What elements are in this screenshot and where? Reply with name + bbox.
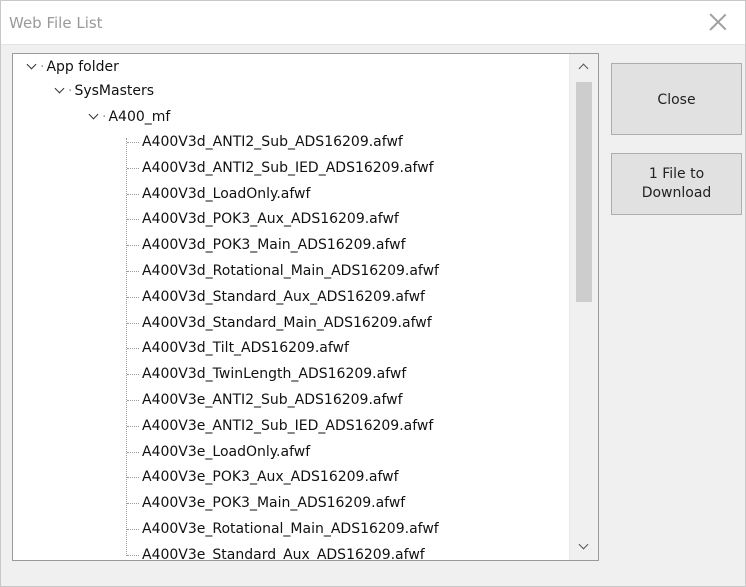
tree-file-item[interactable]: A400V3d_POK3_Aux_ADS16209.afwf: [142, 207, 399, 231]
tree-file-item[interactable]: A400V3e_Rotational_Main_ADS16209.afwf: [142, 517, 439, 541]
tree-file-item[interactable]: A400V3e_ANTI2_Sub_ADS16209.afwf: [142, 388, 403, 412]
tree-file-item[interactable]: A400V3d_Standard_Aux_ADS16209.afwf: [142, 285, 425, 309]
tree-file-item[interactable]: A400V3e_POK3_Main_ADS16209.afwf: [142, 491, 405, 515]
chevron-down-icon[interactable]: [27, 61, 39, 73]
download-button-line2: Download: [641, 185, 712, 201]
file-tree[interactable]: · App folder · SysMasters · A400_mf A400V3d…: [13, 54, 568, 560]
window-title: Web File List: [9, 14, 103, 32]
tree-connector-tick: [127, 400, 139, 401]
tree-connector-tick: [127, 426, 139, 427]
tree-file-item[interactable]: A400V3e_ANTI2_Sub_IED_ADS16209.afwf: [142, 414, 433, 438]
tree-file-item[interactable]: A400V3d_ANTI2_Sub_IED_ADS16209.afwf: [142, 156, 434, 180]
tree-connector-tick: [127, 168, 139, 169]
tree-connector-tick: [127, 477, 139, 478]
tree-node-a400-mf[interactable]: · A400_mf: [89, 105, 170, 129]
tree-connector-line: [126, 138, 127, 556]
tree-file-item[interactable]: A400V3e_Standard_Aux_ADS16209.afwf: [142, 543, 425, 560]
tree-file-item[interactable]: A400V3d_LoadOnly.afwf: [142, 182, 310, 206]
tree-file-item[interactable]: A400V3d_Rotational_Main_ADS16209.afwf: [142, 259, 439, 283]
title-bar: Web File List: [1, 1, 745, 45]
tree-connector-tick: [127, 245, 139, 246]
tree-file-item[interactable]: A400V3d_POK3_Main_ADS16209.afwf: [142, 233, 406, 257]
tree-node-label: App folder: [46, 59, 119, 75]
tree-file-item[interactable]: A400V3e_POK3_Aux_ADS16209.afwf: [142, 465, 399, 489]
tree-connector-tick: [127, 219, 139, 220]
scrollbar-thumb[interactable]: [576, 82, 592, 302]
tree-connector-tick: [127, 503, 139, 504]
tree-connector-tick: [127, 374, 139, 375]
close-button[interactable]: Close: [611, 63, 742, 135]
scroll-up-icon[interactable]: [570, 54, 598, 80]
tree-file-item[interactable]: A400V3d_ANTI2_Sub_ADS16209.afwf: [142, 130, 403, 154]
tree-node-label: SysMasters: [74, 83, 155, 99]
chevron-down-icon[interactable]: [89, 111, 101, 123]
tree-connector-tick: [127, 194, 139, 195]
tree-connector-tick: [127, 271, 139, 272]
download-button-line1: 1 File to: [648, 166, 705, 182]
tree-node-app-folder[interactable]: · App folder: [27, 55, 119, 79]
tree-file-item[interactable]: A400V3d_Tilt_ADS16209.afwf: [142, 336, 349, 360]
chevron-down-icon[interactable]: [55, 85, 67, 97]
scroll-down-icon[interactable]: [570, 534, 598, 560]
tree-connector-tick: [127, 529, 139, 530]
close-icon[interactable]: [707, 11, 729, 33]
tree-file-item[interactable]: A400V3d_TwinLength_ADS16209.afwf: [142, 362, 406, 386]
tree-connector-tick: [127, 348, 139, 349]
tree-node-sysmasters[interactable]: · SysMasters: [55, 79, 154, 103]
tree-connector-tick: [127, 452, 139, 453]
status-bar: [1, 564, 745, 586]
tree-connector-tick: [127, 323, 139, 324]
file-tree-panel: · App folder · SysMasters · A400_mf A400V3d…: [12, 53, 599, 561]
tree-file-item[interactable]: A400V3d_Standard_Main_ADS16209.afwf: [142, 311, 432, 335]
tree-connector-tick: [127, 142, 139, 143]
vertical-scrollbar[interactable]: [569, 54, 598, 560]
tree-connector-tick: [127, 555, 139, 556]
tree-connector-tick: [127, 297, 139, 298]
tree-node-label: A400_mf: [108, 109, 171, 125]
tree-file-item[interactable]: A400V3e_LoadOnly.afwf: [142, 440, 310, 464]
web-file-list-dialog: Web File List · App folder · SysMasters · A…: [0, 0, 746, 587]
download-files-button[interactable]: 1 File to Download: [611, 153, 742, 215]
